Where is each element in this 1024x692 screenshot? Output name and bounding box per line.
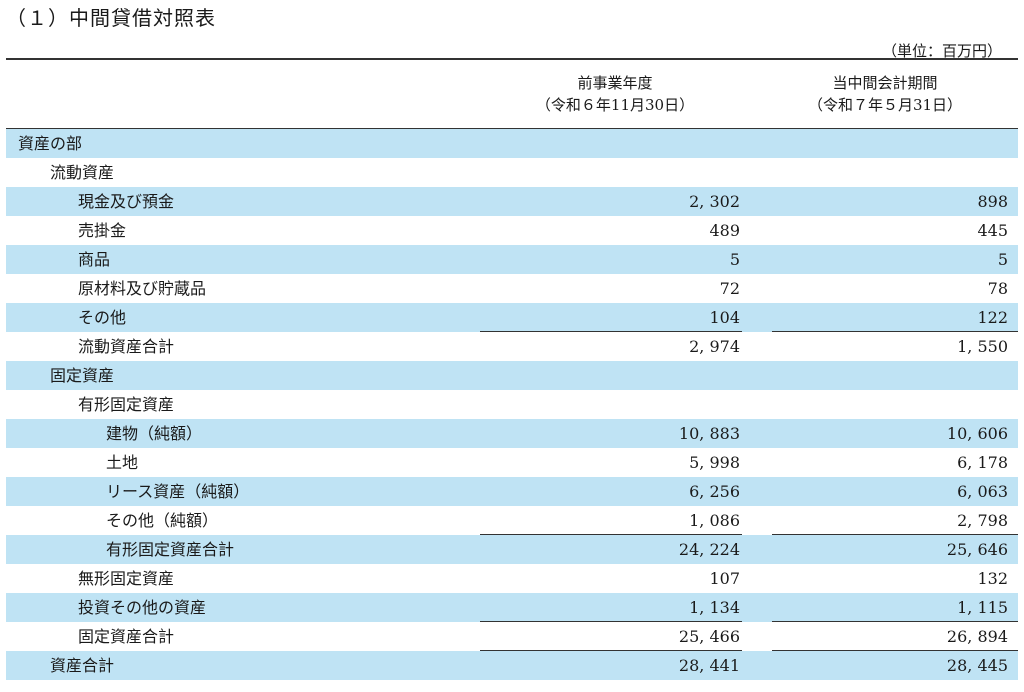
table-row: 固定資産合計 25, 466 26, 894 [6,622,1018,651]
row-label: 土地 [106,453,139,472]
row-label: 資産合計 [50,656,115,675]
column-header-previous-year-name: 前事業年度 [577,74,653,92]
row-label: 固定資産合計 [78,627,175,646]
column-header-current-interim-name: 当中間会計期間 [832,74,938,92]
table-row: 有形固定資産合計 24, 224 25, 646 [6,535,1018,564]
current-interim-value: 28, 445 [946,656,1008,675]
current-interim-value: 2, 798 [957,511,1008,530]
row-label: 流動資産合計 [78,337,175,356]
table-row: 土地 5, 998 6, 178 [6,448,1018,477]
current-interim-value: 445 [977,221,1008,240]
row-label: 資産の部 [18,134,83,153]
previous-year-value: 10, 883 [678,424,740,443]
table-row: 現金及び預金 2, 302 898 [6,187,1018,216]
table-row: 資産合計 28, 441 28, 445 [6,651,1018,680]
current-interim-value: 6, 178 [957,453,1008,472]
table-row: その他（純額） 1, 086 2, 798 [6,506,1018,535]
previous-year-value: 5, 998 [689,453,740,472]
row-label: その他 [78,308,127,327]
current-interim-value: 898 [977,192,1008,211]
page-title: （１）中間貸借対照表 [6,6,216,30]
row-label: 原材料及び貯蔵品 [78,279,207,298]
row-label: 建物（純額） [106,424,203,443]
current-interim-value: 10, 606 [946,424,1008,443]
previous-year-value: 1, 134 [689,598,740,617]
row-label: 固定資産 [50,366,115,385]
table-row: 流動資産合計 2, 974 1, 550 [6,332,1018,361]
previous-year-value: 107 [709,569,740,588]
current-interim-value: 122 [977,308,1008,327]
column-header-current-interim: 当中間会計期間 （令和７年５月31日） [765,72,1005,116]
table-row: その他 104 122 [6,303,1018,332]
previous-year-value: 28, 441 [678,656,740,675]
table-row: 投資その他の資産 1, 134 1, 115 [6,593,1018,622]
previous-year-value: 25, 466 [678,627,740,646]
row-label: 投資その他の資産 [78,598,207,617]
previous-year-value: 5 [729,250,740,269]
column-header-current-interim-date: （令和７年５月31日） [807,96,963,114]
previous-year-value: 72 [719,279,740,298]
row-label: 無形固定資産 [78,569,175,588]
current-interim-value: 26, 894 [946,627,1008,646]
row-label: 商品 [78,250,111,269]
top-rule [6,58,1018,60]
balance-sheet-table: 資産の部流動資産現金及び預金 2, 302 898 売掛金 489 445 商品 5 5 原材料及… [6,129,1018,680]
current-interim-value: 1, 115 [957,598,1008,617]
row-label: 売掛金 [78,221,127,240]
column-header-previous-year-date: （令和６年11月30日） [535,96,695,114]
row-label: 有形固定資産合計 [106,540,235,559]
row-label: 有形固定資産 [78,395,175,414]
current-interim-value: 5 [997,250,1008,269]
table-row: リース資産（純額） 6, 256 6, 063 [6,477,1018,506]
table-row: 売掛金 489 445 [6,216,1018,245]
table-row: 無形固定資産 107 132 [6,564,1018,593]
table-row: 固定資産 [6,361,1018,390]
table-row: 商品 5 5 [6,245,1018,274]
current-interim-value: 25, 646 [946,540,1008,559]
previous-year-value: 2, 974 [689,337,740,356]
previous-year-value: 6, 256 [689,482,740,501]
previous-year-value: 2, 302 [689,192,740,211]
table-row: 有形固定資産 [6,390,1018,419]
current-interim-value: 78 [987,279,1008,298]
row-label: 現金及び預金 [78,192,175,211]
row-label: 流動資産 [50,163,115,182]
current-interim-value: 6, 063 [957,482,1008,501]
table-row: 流動資産 [6,158,1018,187]
table-row: 資産の部 [6,129,1018,158]
table-row: 原材料及び貯蔵品 72 78 [6,274,1018,303]
previous-year-value: 104 [709,308,740,327]
previous-year-value: 1, 086 [689,511,740,530]
previous-year-value: 489 [709,221,740,240]
previous-year-value: 24, 224 [678,540,740,559]
current-interim-value: 1, 550 [957,337,1008,356]
column-header-previous-year: 前事業年度 （令和６年11月30日） [500,72,730,116]
table-row: 建物（純額） 10, 883 10, 606 [6,419,1018,448]
row-label: その他（純額） [106,511,219,530]
row-label: リース資産（純額） [106,482,250,501]
current-interim-value: 132 [977,569,1008,588]
